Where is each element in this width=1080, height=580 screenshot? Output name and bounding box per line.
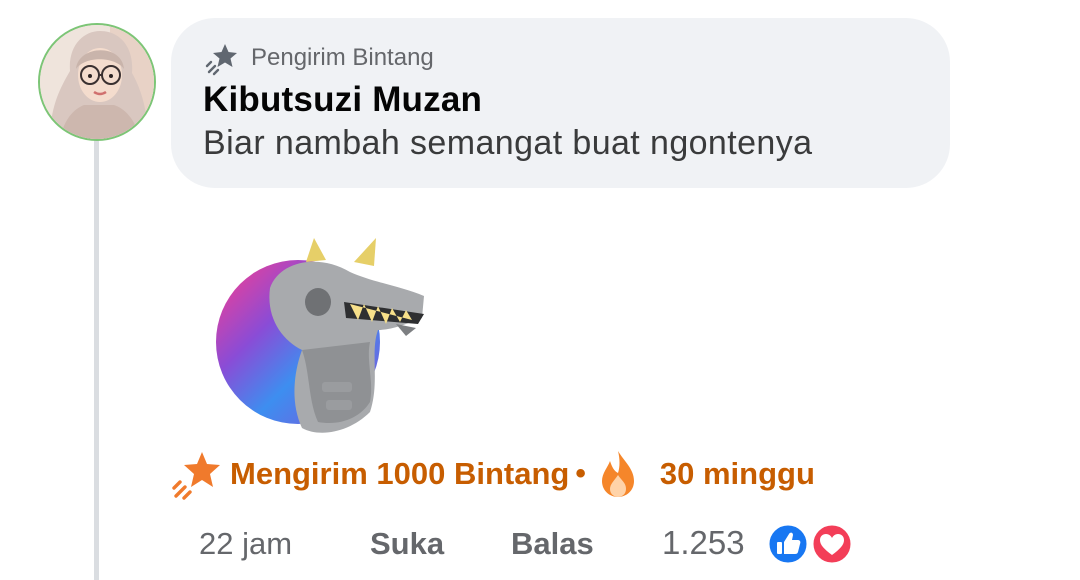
stars-sent-label: Mengirim 1000 Bintang — [230, 456, 570, 491]
streak-label: 30 minggu — [659, 456, 815, 491]
dragon-sticker[interactable] — [210, 232, 438, 442]
stars-icon — [172, 452, 220, 500]
like-reaction-icon — [766, 522, 810, 566]
like-button[interactable]: Suka — [370, 526, 444, 562]
reaction-count[interactable]: 1.253 — [662, 524, 745, 562]
separator-dot: • — [575, 457, 586, 490]
reply-button[interactable]: Balas — [511, 526, 594, 562]
comment-actions: 22 jam Suka Balas 1.253 — [0, 518, 1080, 570]
stars-sender-icon — [205, 44, 237, 76]
comment-text: Biar nambah semangat buat ngontenya — [203, 124, 813, 162]
thread-line — [94, 140, 99, 580]
comment-bubble[interactable]: Pengirim Bintang Kibutsuzi Muzan Biar na… — [171, 18, 950, 188]
stars-sent-row: Mengirim 1000 Bintang • 30 minggu — [172, 446, 815, 502]
flame-icon — [601, 451, 634, 497]
reactions-summary[interactable] — [762, 522, 862, 566]
comment-time[interactable]: 22 jam — [199, 526, 292, 562]
badge-label: Pengirim Bintang — [251, 44, 434, 71]
comment-author[interactable]: Kibutsuzi Muzan — [203, 80, 482, 120]
stars-sender-badge: Pengirim Bintang — [205, 40, 434, 76]
love-reaction-icon — [810, 522, 854, 566]
avatar[interactable] — [38, 23, 156, 141]
avatar-image — [40, 25, 154, 139]
